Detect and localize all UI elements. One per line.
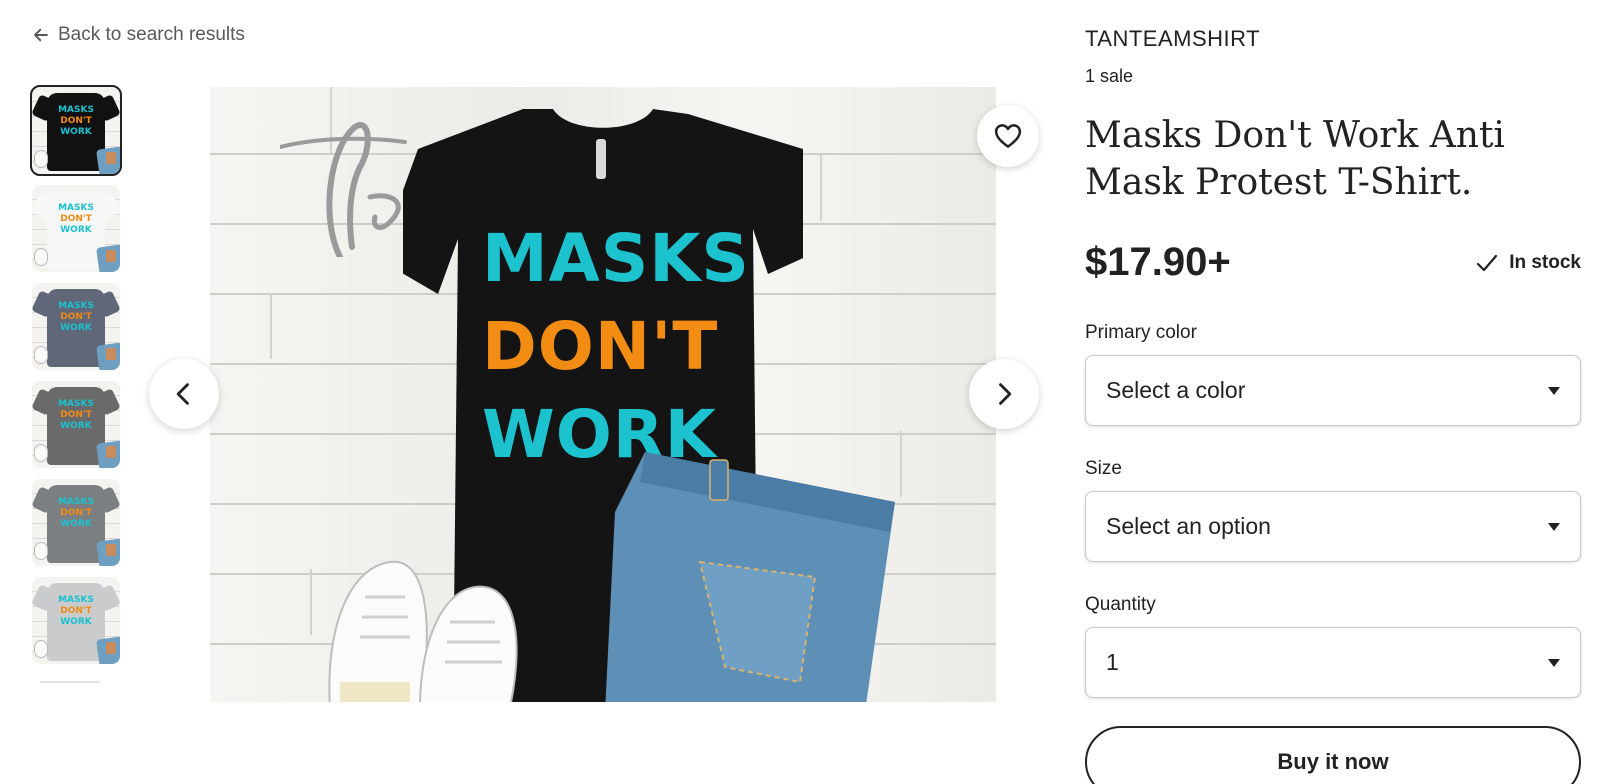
jeans [605, 452, 895, 702]
print-line-2: DON'T [482, 308, 719, 385]
size-select[interactable]: Select an option [1085, 491, 1581, 562]
thumbnail-shoe [34, 346, 48, 364]
thumbnail-shoe [34, 542, 48, 560]
thumbnail-print-line: WORK [60, 421, 92, 431]
thumbnail-print: MASKS DON'T WORK [32, 595, 120, 628]
thumbnail-print-line: WORK [60, 323, 92, 333]
thumbnail-print-line: WORK [60, 519, 92, 529]
listing-title: Masks Don't Work Anti Mask Protest T-Shi… [1085, 115, 1505, 203]
checkmark-icon [1477, 254, 1498, 271]
heart-icon [994, 124, 1022, 148]
product-thumbnail[interactable]: MASKS DON'T WORK [32, 577, 120, 664]
previous-image-button[interactable] [149, 359, 219, 429]
product-thumbnail[interactable]: MASKS DON'T WORK [32, 381, 120, 468]
thumbnail-print-line: MASKS [58, 497, 94, 507]
price-row: $17.90+ In stock [1085, 240, 1581, 285]
stock-label: In stock [1509, 251, 1581, 273]
stock-status: In stock [1475, 251, 1581, 275]
thumbnail-print-line: DON'T [60, 312, 92, 322]
product-thumbnail[interactable]: MASKS DON'T WORK [30, 85, 122, 176]
thumbnail-package [106, 152, 116, 164]
thumbnail-print-line: MASKS [58, 203, 94, 213]
arrow-left-icon [34, 28, 48, 42]
thumbnail-shoe [34, 640, 48, 658]
size-label: Size [1085, 458, 1122, 479]
thumbnail-print: MASKS DON'T WORK [32, 497, 120, 530]
thumbnail-print-line: DON'T [60, 214, 92, 224]
color-select[interactable]: Select a color [1085, 355, 1581, 426]
caret-down-icon [1548, 522, 1560, 531]
thumbnail-package [106, 348, 116, 360]
thumbnail-shoe [34, 150, 48, 168]
caret-down-icon [1548, 658, 1560, 667]
thumbnail-print: MASKS DON'T WORK [32, 105, 120, 138]
thumbnail-print-line: DON'T [60, 410, 92, 420]
thumbnail-shoe [34, 444, 48, 462]
color-label: Primary color [1085, 322, 1197, 343]
thumbnail-print-line: MASKS [58, 301, 94, 311]
listing-details: TANTEAMSHIRT 1 sale Masks Don't Work Ant… [1085, 26, 1581, 784]
quantity-label: Quantity [1085, 594, 1156, 615]
color-select-value: Select a color [1106, 377, 1246, 403]
thumbnail-print-line: DON'T [60, 116, 92, 126]
thumbnail-print-line: WORK [60, 225, 92, 235]
t-shirt-print: MASKS DON'T WORK [482, 215, 750, 479]
quantity-select-value: 1 [1106, 649, 1119, 675]
thumbnail-print-line: MASKS [58, 105, 94, 115]
chevron-left-icon [176, 383, 189, 405]
favorite-button[interactable] [977, 105, 1039, 167]
print-line-1: MASKS [482, 220, 750, 297]
thumbnail-print-line: WORK [60, 127, 92, 137]
thumbnail-shoe [34, 248, 48, 266]
sneakers [328, 560, 518, 702]
thumbnail-print: MASKS DON'T WORK [32, 399, 120, 432]
quantity-select[interactable]: 1 [1085, 627, 1581, 698]
size-select-value: Select an option [1106, 513, 1271, 539]
back-link-label: Back to search results [58, 24, 245, 45]
watermark-logo [280, 122, 407, 257]
chevron-right-icon [999, 383, 1012, 405]
thumbnail-print-line: MASKS [58, 399, 94, 409]
thumbnail-package [106, 642, 116, 654]
thumbnail-print-line: MASKS [58, 595, 94, 605]
caret-down-icon [1548, 386, 1560, 395]
sales-count: 1 sale [1085, 66, 1134, 86]
price: $17.90+ [1085, 240, 1231, 284]
thumbnail-print: MASKS DON'T WORK [32, 203, 120, 236]
thumbnail-print-line: DON'T [60, 508, 92, 518]
product-thumbnail[interactable]: MASKS DON'T WORK [32, 479, 120, 566]
next-image-button[interactable] [969, 359, 1039, 429]
buy-it-now-button[interactable]: Buy it now [1085, 726, 1581, 784]
back-to-search-link[interactable]: Back to search results [32, 24, 245, 46]
thumbnail-print: MASKS DON'T WORK [32, 301, 120, 334]
thumbnail-list: MASKS DON'T WORK MASKS DON'T WORK MASKS DON'T WO… [30, 85, 122, 691]
thumbnail-print-line: WORK [60, 617, 92, 627]
shop-name-link[interactable]: TANTEAMSHIRT [1085, 26, 1581, 52]
product-thumbnail[interactable]: MASKS DON'T WORK [32, 283, 120, 370]
product-thumbnail[interactable]: MASKS DON'T WORK [32, 185, 120, 272]
thumbnail-package [106, 544, 116, 556]
thumbnail-package [106, 250, 116, 262]
more-thumbnails-indicator [32, 675, 120, 691]
thumbnail-print-line: DON'T [60, 606, 92, 616]
main-product-image: MASKS DON'T WORK [210, 87, 996, 702]
thumbnail-package [106, 446, 116, 458]
